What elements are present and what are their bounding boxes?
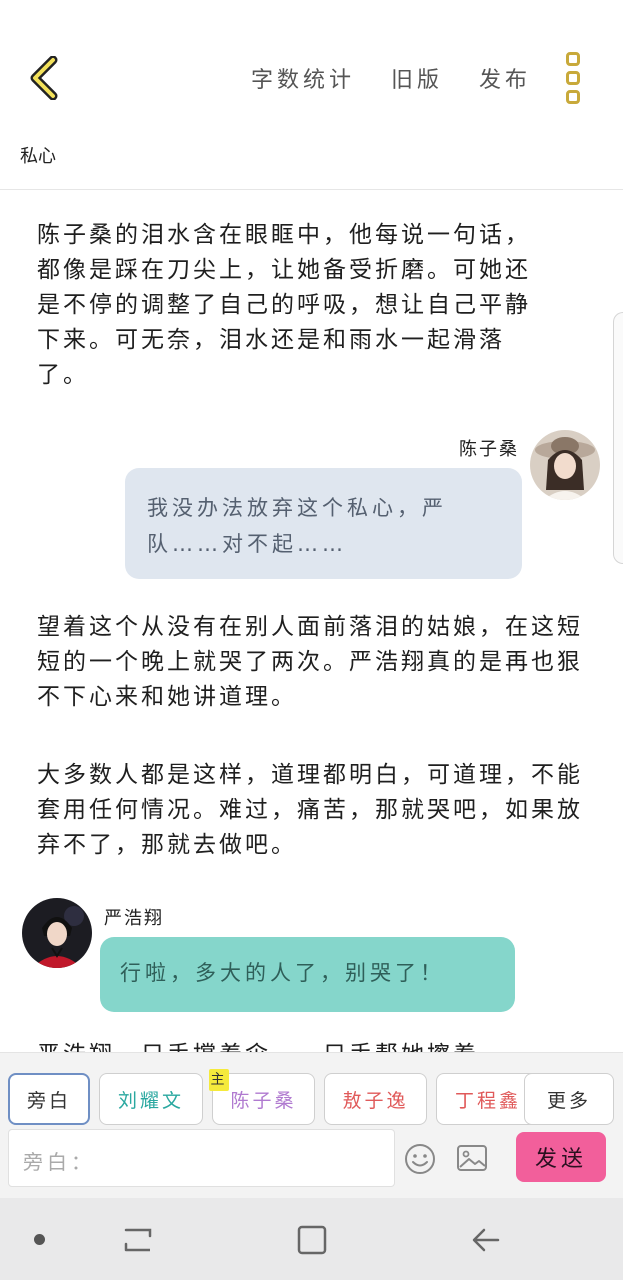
more-vertical-icon[interactable] <box>563 52 583 104</box>
input-placeholder: 旁白： <box>23 1150 95 1174</box>
narration-paragraph: 大多数人都是这样，道理都明白，可道理，不能套用任何情况。难过，痛苦，那就哭吧，如… <box>37 762 583 858</box>
role-label: 更多 <box>546 1089 591 1112</box>
narration-paragraph: 望着这个从没有在别人面前落泪的姑娘，在这短短的一个晚上就哭了两次。严浩翔真的是再… <box>37 614 583 710</box>
role-label: 陈子桑 <box>230 1089 297 1112</box>
recent-apps-icon[interactable] <box>122 1224 154 1256</box>
role-label: 丁程鑫 <box>454 1089 521 1112</box>
role-liu-yaowen-button[interactable]: 刘耀文 <box>99 1073 203 1125</box>
header-actions: 字数统计 旧版 发布 <box>251 62 531 94</box>
role-selector: 旁白 刘耀文 主 陈子桑 敖子逸 丁程鑫 更多 <box>8 1069 623 1125</box>
avatar[interactable] <box>22 898 92 968</box>
role-chen-zisang-button[interactable]: 主 陈子桑 <box>209 1069 315 1125</box>
chevron-left-icon <box>30 56 58 100</box>
narration-paragraph: 严浩翔一只手撑着伞，一只手帮她擦着 <box>37 1038 597 1052</box>
system-nav-bar <box>0 1198 623 1280</box>
document-title: 私心 <box>20 146 56 167</box>
divider <box>0 189 623 190</box>
old-version-button[interactable]: 旧版 <box>391 62 443 94</box>
role-label: 敖子逸 <box>342 1089 409 1112</box>
speaker-name: 陈子桑 <box>459 439 519 460</box>
home-icon[interactable] <box>296 1224 328 1256</box>
send-button[interactable]: 发送 <box>516 1132 606 1182</box>
more-roles-button[interactable]: 更多 <box>524 1073 614 1125</box>
role-label: 旁白 <box>26 1089 71 1112</box>
speaker-name: 严浩翔 <box>104 908 164 929</box>
role-narrator-button[interactable]: 旁白 <box>8 1073 90 1125</box>
avatar[interactable] <box>530 430 600 500</box>
top-bar: 字数统计 旧版 发布 <box>0 0 623 130</box>
back-arrow-icon[interactable] <box>470 1224 502 1256</box>
main-role-badge: 主 <box>209 1069 229 1091</box>
scroll-handle[interactable] <box>613 312 623 564</box>
dot-icon[interactable] <box>34 1234 45 1245</box>
role-ao-ziyi-button[interactable]: 敖子逸 <box>324 1073 427 1125</box>
publish-button[interactable]: 发布 <box>479 62 531 94</box>
message-input[interactable]: 旁白： <box>8 1129 395 1187</box>
composer-panel: 旁白 刘耀文 主 陈子桑 敖子逸 丁程鑫 更多 旁白： 发送 <box>0 1052 623 1198</box>
dialogue-bubble[interactable]: 行啦，多大的人了，别哭了！ <box>100 937 515 1012</box>
image-icon[interactable] <box>456 1143 488 1173</box>
dialogue-bubble[interactable]: 我没办法放弃这个私心，严队……对不起…… <box>125 468 522 579</box>
role-label: 刘耀文 <box>117 1089 184 1112</box>
narration-paragraph: 陈子桑的泪水含在眼眶中，他每说一句话，都像是踩在刀尖上，让她备受折磨。可她还是不… <box>37 222 531 388</box>
emoji-icon[interactable] <box>404 1143 436 1175</box>
back-button[interactable] <box>22 54 66 102</box>
word-count-button[interactable]: 字数统计 <box>251 62 355 94</box>
